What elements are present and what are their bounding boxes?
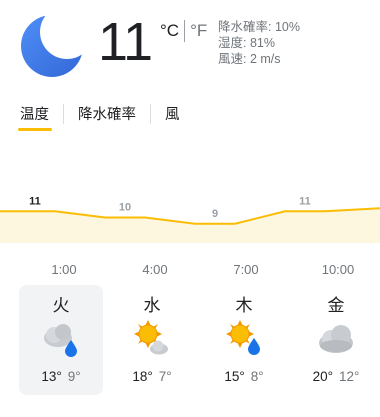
data-label: 11 [299, 195, 311, 207]
unit-celsius[interactable]: °C [160, 20, 179, 42]
weather-details: 降水確率: 10% 湿度: 81% 風速: 2 m/s [218, 19, 300, 67]
data-label: 9 [212, 208, 218, 220]
wind-text: 風速: 2 m/s [218, 52, 281, 66]
tab-precipitation[interactable]: 降水確率 [76, 103, 138, 124]
precipitation-text: 降水確率: 10% [218, 20, 300, 34]
day-name: 木 [235, 296, 253, 315]
sun-cloud-icon [132, 318, 172, 358]
weather-icon [18, 12, 86, 80]
unit-toggle: °C °F [160, 20, 207, 42]
time-label: 10:00 [321, 262, 355, 277]
low-temp: 7° [158, 369, 172, 384]
high-temp: 20° [312, 369, 333, 384]
current-temperature: 11 [98, 12, 153, 72]
high-temp: 15° [224, 369, 245, 384]
day-temps: 18° 7° [110, 369, 194, 384]
day-card-thursday[interactable]: 木 15° 8° [202, 285, 286, 395]
temperature-area [0, 208, 380, 243]
tab-divider [150, 103, 151, 124]
high-temp: 18° [132, 369, 153, 384]
cloud-icon [316, 318, 356, 358]
tab-divider [63, 103, 64, 124]
sun-rain-icon [224, 318, 264, 358]
tab-temperature[interactable]: 温度 [18, 103, 51, 124]
moon-icon [21, 15, 83, 77]
tab-wind[interactable]: 風 [163, 103, 182, 124]
unit-fahrenheit[interactable]: °F [190, 20, 207, 42]
low-temp: 8° [250, 369, 264, 384]
low-temp: 9° [67, 369, 81, 384]
day-card-wednesday[interactable]: 水 18° 7° [110, 285, 194, 395]
day-temps: 13° 9° [19, 369, 103, 384]
unit-divider [184, 20, 186, 42]
high-temp: 13° [41, 369, 62, 384]
day-card-friday[interactable]: 金 20° 12° [294, 285, 378, 395]
humidity-text: 湿度: 81% [218, 36, 275, 50]
day-temps: 20° 12° [294, 369, 378, 384]
day-temps: 15° 8° [202, 369, 286, 384]
time-label: 1:00 [51, 262, 77, 277]
time-label: 4:00 [142, 262, 168, 277]
data-label: 10 [119, 202, 131, 214]
time-label: 7:00 [233, 262, 259, 277]
data-label: 11 [29, 195, 41, 207]
day-name: 水 [143, 296, 161, 315]
rain-cloud-icon [41, 318, 81, 358]
day-name: 火 [52, 296, 70, 315]
temperature-chart: 11 10 9 11 [0, 195, 380, 243]
day-name: 金 [327, 296, 345, 315]
active-tab-indicator [18, 128, 52, 131]
low-temp: 12° [339, 369, 360, 384]
tab-bar: 温度 降水確率 風 [18, 103, 182, 124]
day-card-tuesday[interactable]: 火 13° 9° [19, 285, 103, 395]
